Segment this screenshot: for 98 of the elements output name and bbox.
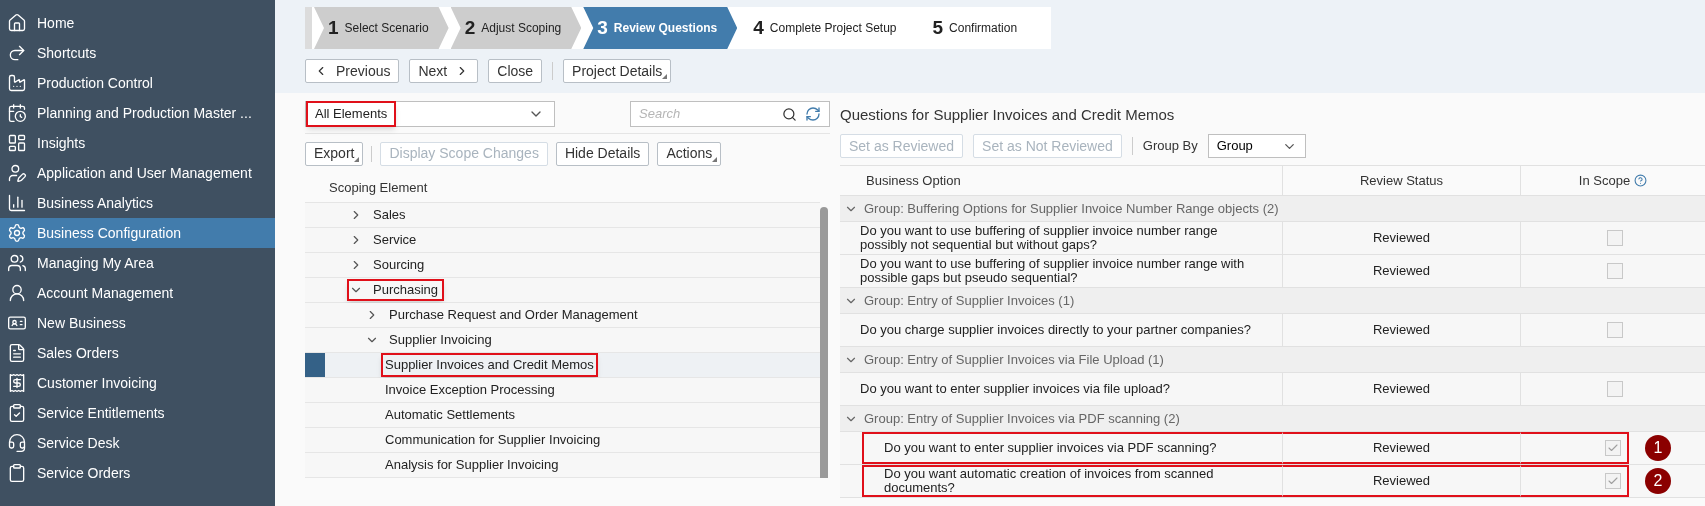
review-status: Reviewed: [1283, 432, 1521, 464]
sidebar-item[interactable]: Shortcuts: [0, 38, 275, 68]
group-header: Group: Entry of Supplier Invoices (1): [864, 291, 1075, 310]
wizard-step[interactable]: 2 Adjust Scoping: [450, 7, 582, 49]
group-by-label: Group By: [1142, 137, 1198, 156]
users-icon: [7, 253, 27, 273]
dashboard-icon: [7, 133, 27, 153]
review-status: Reviewed: [1283, 222, 1521, 254]
group-header: Group: Entry of Supplier Invoices via PDF scanning (2): [864, 409, 1180, 428]
checkbox[interactable]: [1605, 473, 1621, 489]
review-status: Reviewed: [1283, 314, 1521, 346]
toolbar-button[interactable]: Hide Details: [555, 141, 650, 166]
wizard-step[interactable]: 3 Review Questions: [583, 7, 738, 49]
tree-item[interactable]: Supplier Invoicing: [389, 330, 492, 350]
calendar-clock-icon: [7, 103, 27, 123]
sidebar-item[interactable]: Planning and Production Master ...: [0, 98, 275, 128]
house-icon: [7, 13, 27, 33]
tree-item[interactable]: Supplier Invoices and Credit Memos: [381, 353, 598, 377]
sidebar-item[interactable]: Service Entitlements: [0, 398, 275, 428]
document-icon: [7, 343, 27, 363]
wizard-start-bar: [305, 7, 312, 49]
checkbox[interactable]: [1607, 322, 1623, 338]
scrollbar[interactable]: [820, 207, 828, 478]
previous-button[interactable]: Previous: [305, 59, 400, 83]
user-icon: [7, 283, 27, 303]
column-header: Business Option: [840, 166, 1283, 195]
sidebar-item[interactable]: Service Orders: [0, 458, 275, 488]
menu-corner-icon: [662, 74, 668, 79]
menu-corner-icon: [712, 156, 718, 162]
dropdown-value: All Elements: [306, 101, 397, 127]
tree-item[interactable]: Analysis for Supplier Invoicing: [381, 453, 563, 477]
user-pen-icon: [7, 163, 27, 183]
tree-item[interactable]: Service: [373, 230, 417, 250]
review-status: Reviewed: [1283, 255, 1521, 287]
panel-title: Questions for Supplier Invoices and Credit Memos: [840, 104, 1176, 125]
search-field[interactable]: Search: [630, 101, 830, 127]
sidebar-item[interactable]: Business Configuration: [0, 218, 275, 248]
business-option: Do you charge supplier invoices directly to your partner companies?: [840, 314, 1283, 346]
tree-item[interactable]: Automatic Settlements: [381, 403, 520, 427]
sidebar-item[interactable]: New Business: [0, 308, 275, 338]
tree-row[interactable]: Purchasing: [305, 278, 820, 303]
sidebar-item[interactable]: Home: [0, 8, 275, 38]
sidebar-item[interactable]: Application and User Management: [0, 158, 275, 188]
checkbox[interactable]: [1605, 440, 1621, 456]
toolbar-button[interactable]: Actions: [657, 141, 722, 166]
business-option: Do you want to use buffering of supplier invoice number range possibly not sequential but without gaps?: [840, 222, 1283, 254]
settings-icon: [7, 223, 27, 243]
tree-item[interactable]: Sourcing: [373, 255, 425, 275]
checkbox[interactable]: [1607, 263, 1623, 279]
tree-item[interactable]: Invoice Exception Processing: [381, 378, 559, 402]
search-input[interactable]: Search: [639, 104, 774, 124]
help-icon[interactable]: [1634, 174, 1648, 187]
column-header: Review Status: [1283, 166, 1521, 195]
receipt-icon: [7, 373, 27, 393]
review-status: Reviewed: [1283, 465, 1521, 497]
toolbar-button[interactable]: Project Details: [563, 59, 672, 83]
refresh-icon[interactable]: [805, 106, 821, 122]
business-option: Do you want to enter supplier invoices via file upload?: [840, 373, 1283, 405]
clipboard-check-icon: [7, 403, 27, 423]
group-by-dropdown[interactable]: Group: [1207, 134, 1306, 158]
review-status: Reviewed: [1283, 373, 1521, 405]
callout-badge: 1: [1645, 435, 1671, 461]
business-option: Do you want to enter supplier invoices via PDF scanning?: [862, 432, 1283, 464]
callout-badge: 2: [1645, 468, 1671, 494]
sidebar-item[interactable]: Account Management: [0, 278, 275, 308]
group-header: Group: Buffering Options for Supplier Invoice Number Range objects (2): [864, 199, 1279, 218]
checkbox[interactable]: [1607, 230, 1623, 246]
sidebar-item[interactable]: Customer Invoicing: [0, 368, 275, 398]
tree-row[interactable]: Supplier Invoices and Credit Memos: [305, 353, 820, 378]
business-option: Do you want automatic creation of invoices from scanned documents?: [862, 465, 1283, 497]
business-option: Do you want to use buffering of supplier invoice number range with possible gaps but pseudo sequential?: [840, 255, 1283, 287]
checkbox[interactable]: [1607, 381, 1623, 397]
wizard-step[interactable]: 1 Select Scenario: [314, 7, 449, 49]
sidebar-item[interactable]: Insights: [0, 128, 275, 158]
factory-icon: [7, 73, 27, 93]
sidebar-item[interactable]: Managing My Area: [0, 248, 275, 278]
menu-corner-icon: [354, 156, 360, 162]
sidebar-item[interactable]: Service Desk: [0, 428, 275, 458]
curved-arrow-icon: [7, 43, 27, 63]
sidebar-item[interactable]: Production Control: [0, 68, 275, 98]
tree-item[interactable]: Communication for Supplier Invoicing: [381, 428, 605, 452]
check-icon: [1607, 442, 1619, 454]
tree-item[interactable]: Purchase Request and Order Management: [389, 305, 638, 325]
headset-icon: [7, 433, 27, 453]
tree-item[interactable]: Purchasing: [373, 280, 439, 300]
bar-chart-icon: [7, 193, 27, 213]
column-header: In Scope: [1578, 171, 1631, 190]
next-button[interactable]: Next: [409, 59, 479, 83]
tree-item[interactable]: Sales: [373, 205, 406, 225]
sidebar-item[interactable]: Sales Orders: [0, 338, 275, 368]
search-icon[interactable]: [782, 106, 797, 122]
check-icon: [1607, 475, 1619, 487]
clipboard-icon: [7, 463, 27, 483]
toolbar-button[interactable]: Export: [305, 141, 364, 166]
toolbar-button[interactable]: Close: [488, 59, 543, 83]
filter-dropdown[interactable]: All Elements: [305, 101, 555, 127]
group-header: Group: Entry of Supplier Invoices via File Upload (1): [864, 350, 1164, 369]
sidebar-item[interactable]: Business Analytics: [0, 188, 275, 218]
